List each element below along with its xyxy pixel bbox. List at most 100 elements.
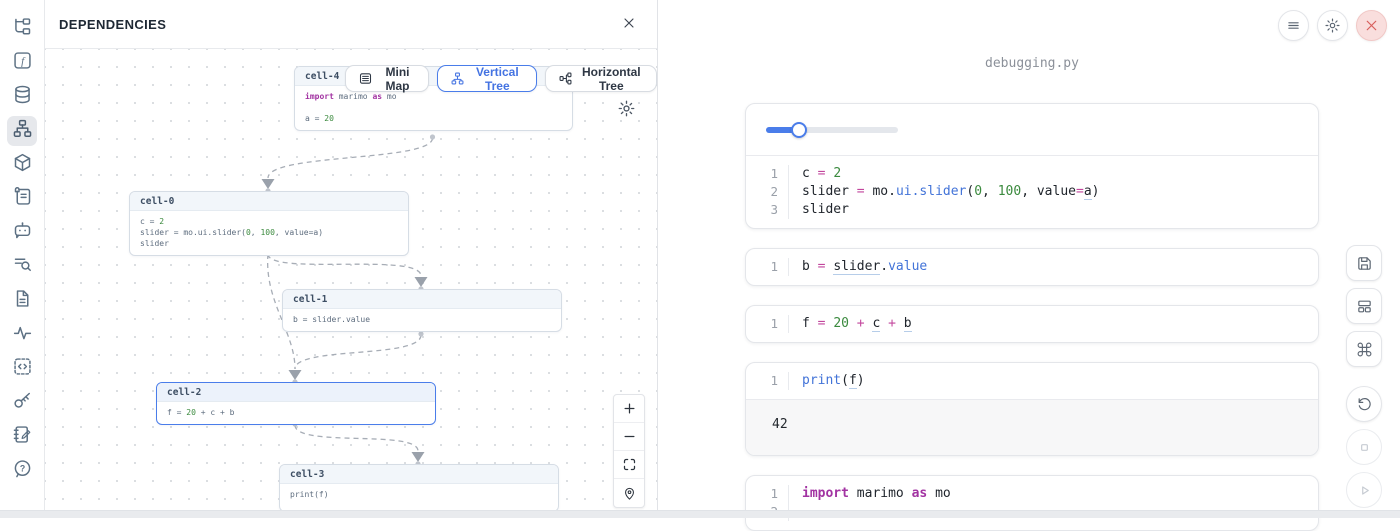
sidebar-item-secrets[interactable] xyxy=(7,388,37,418)
graph-node-code-line: print(f) xyxy=(290,489,548,500)
graph-toolbar-minimap-label: Mini Map xyxy=(379,65,416,93)
panel-close-button[interactable] xyxy=(619,13,639,36)
notebook-cell-f-cell: 1f = 20 + c + b xyxy=(745,305,1319,343)
horizontal-tree-icon xyxy=(558,71,573,86)
sidebar-item-datasources[interactable] xyxy=(7,82,37,112)
stop-button[interactable] xyxy=(1346,429,1382,465)
notebook-cell-print-cell: 1print(f) 42 xyxy=(745,362,1319,456)
command-icon xyxy=(1356,341,1373,358)
notebook-topbar xyxy=(1278,10,1387,41)
zoom-in-button[interactable] xyxy=(614,395,644,423)
graph-node-cell-2[interactable]: cell-2f = 20 + c + b xyxy=(156,382,436,425)
graph-node-code-line: slider = mo.ui.slider(0, 100, value=a) xyxy=(140,227,398,238)
cell-editor[interactable]: 1c = 22slider = mo.ui.slider(0, 100, val… xyxy=(746,156,1318,228)
zoom-out-icon xyxy=(622,429,637,444)
notebook-panel: debugging.py 1c = 22slider = mo.ui.slide… xyxy=(658,0,1400,518)
cell-editor[interactable]: 1print(f) xyxy=(746,363,1318,399)
slider-widget[interactable] xyxy=(766,122,898,138)
graph-toolbar-horizontal-tree-button[interactable]: Horizontal Tree xyxy=(545,65,657,92)
sidebar-item-functions[interactable]: f xyxy=(7,48,37,78)
dependencies-panel: DEPENDENCIES xyxy=(45,0,658,518)
sidebar-item-snippets[interactable] xyxy=(7,286,37,316)
graph-node-cell-0[interactable]: cell-0c = 2slider = mo.ui.slider(0, 100,… xyxy=(129,191,409,256)
graph-node-title: cell-3 xyxy=(280,465,558,484)
cell-editor[interactable]: 1import marimo as mo2 xyxy=(746,476,1318,530)
graph-settings-button[interactable] xyxy=(617,99,636,121)
sidebar-item-tracing[interactable] xyxy=(7,320,37,350)
bottom-scrollbar[interactable] xyxy=(0,510,1400,518)
code-line: 1import marimo as mo xyxy=(746,485,1318,503)
minimap-icon xyxy=(358,71,373,86)
undo-button[interactable] xyxy=(1346,386,1382,422)
sidebar-item-outputs[interactable] xyxy=(7,354,37,384)
edge-cell4-cell0 xyxy=(268,138,433,178)
sidebar-item-documentation[interactable] xyxy=(7,184,37,214)
code-line: 3slider xyxy=(746,201,1318,219)
gear-icon xyxy=(1324,17,1341,34)
line-number: 1 xyxy=(746,315,778,333)
code-line-text: b = slider.value xyxy=(788,258,1318,276)
play-icon xyxy=(1356,482,1373,499)
panel-title: DEPENDENCIES xyxy=(59,17,166,32)
line-number: 2 xyxy=(746,183,778,201)
fit-view-button[interactable] xyxy=(614,451,644,479)
dependencies-header: DEPENDENCIES xyxy=(45,0,657,49)
center-selection-button[interactable] xyxy=(614,479,644,507)
code-line-text: c = 2 xyxy=(788,165,1318,183)
graph-canvas[interactable]: cell-4import marimo as mo a = 20cell-0c … xyxy=(45,49,657,518)
notebook-cell-b-cell: 1b = slider.value xyxy=(745,248,1319,286)
code-line: 1print(f) xyxy=(746,372,1318,390)
zoom-out-button[interactable] xyxy=(614,423,644,451)
save-icon xyxy=(1356,255,1373,272)
line-number: 1 xyxy=(746,165,778,183)
command-palette-button[interactable] xyxy=(1346,331,1382,367)
run-button[interactable] xyxy=(1346,472,1382,508)
topbar-settings-button[interactable] xyxy=(1317,10,1348,41)
cell-editor[interactable]: 1f = 20 + c + b xyxy=(746,306,1318,342)
line-number: 3 xyxy=(746,201,778,219)
logs-search-icon xyxy=(12,254,33,280)
sidebar-item-explorer[interactable] xyxy=(7,14,37,44)
graph-toolbar-vertical-tree-button[interactable]: Vertical Tree xyxy=(437,65,537,92)
graph-node-code-line: slider xyxy=(140,238,398,249)
slider-handle[interactable] xyxy=(791,122,807,138)
vertical-tree-icon xyxy=(450,71,465,86)
tracing-icon xyxy=(12,322,33,348)
fit-view-icon xyxy=(622,457,637,472)
sidebar-item-packages[interactable] xyxy=(7,150,37,180)
app: f? DEPENDENCIES xyxy=(0,0,1400,518)
svg-text:?: ? xyxy=(19,463,24,473)
database-icon xyxy=(12,84,33,110)
sidebar-item-help[interactable]: ? xyxy=(7,456,37,486)
code-line: 1f = 20 + c + b xyxy=(746,315,1318,333)
topbar-menu-button[interactable] xyxy=(1278,10,1309,41)
menu-icon xyxy=(1285,17,1302,34)
line-number: 1 xyxy=(746,372,778,390)
sidebar-item-logs[interactable] xyxy=(7,252,37,282)
file-tree-icon xyxy=(12,16,33,42)
graph-node-cell-1[interactable]: cell-1b = slider.value xyxy=(282,289,562,332)
sidebar-item-scratchpad[interactable] xyxy=(7,422,37,452)
scroll-icon xyxy=(12,186,33,212)
notebook-filename[interactable]: debugging.py xyxy=(745,56,1319,71)
cell-console-output: 42 xyxy=(746,399,1318,455)
sidebar-item-dependencies[interactable] xyxy=(7,116,37,146)
graph-node-code-line: import marimo as mo xyxy=(305,91,562,102)
save-button[interactable] xyxy=(1346,245,1382,281)
chat-icon xyxy=(12,220,33,246)
cell-editor[interactable]: 1b = slider.value xyxy=(746,249,1318,285)
svg-text:f: f xyxy=(21,56,26,68)
layout-button[interactable] xyxy=(1346,288,1382,324)
dependency-graph-icon xyxy=(12,118,33,144)
graph-toolbar-minimap-button[interactable]: Mini Map xyxy=(345,65,429,92)
notebook-action-buttons xyxy=(1346,245,1382,508)
graph-node-code: import marimo as mo a = 20 xyxy=(295,86,572,130)
notebook-cell-import-cell: 1import marimo as mo2 xyxy=(745,475,1319,531)
topbar-shutdown-button[interactable] xyxy=(1356,10,1387,41)
code-console-icon xyxy=(12,356,33,382)
graph-node-code-line xyxy=(305,102,562,113)
notebook-cell-slider-cell: 1c = 22slider = mo.ui.slider(0, 100, val… xyxy=(745,103,1319,229)
graph-node-title: cell-0 xyxy=(130,192,408,211)
graph-node-cell-3[interactable]: cell-3 print(f) xyxy=(279,464,559,512)
sidebar-item-chat[interactable] xyxy=(7,218,37,248)
